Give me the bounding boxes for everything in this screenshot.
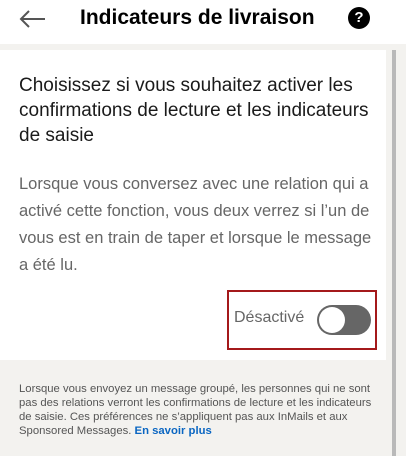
toggle-knob (319, 307, 345, 333)
back-button[interactable] (14, 5, 48, 33)
toggle-status-label: Désactivé (234, 309, 305, 326)
settings-card: Choisissez si vous souhaitez activer les… (0, 50, 386, 360)
help-button[interactable]: ? (348, 7, 370, 29)
question-circle-icon: ? (354, 9, 364, 26)
setting-description: Lorsque vous conversez avec une relation… (19, 175, 372, 274)
footnote: Lorsque vous envoyez un message groupé, … (19, 382, 374, 438)
top-bar: Indicateurs de livraison ? (0, 0, 406, 44)
learn-more-link[interactable]: En savoir plus (135, 425, 212, 437)
delivery-indicators-toggle[interactable] (317, 305, 371, 335)
toggle-highlight-box: Désactivé (227, 290, 377, 350)
setting-headline: Choisissez si vous souhaitez activer les… (19, 75, 369, 146)
arrow-left-icon (19, 10, 45, 28)
page-title: Indicateurs de livraison (80, 6, 315, 29)
scrollbar[interactable] (392, 50, 396, 456)
